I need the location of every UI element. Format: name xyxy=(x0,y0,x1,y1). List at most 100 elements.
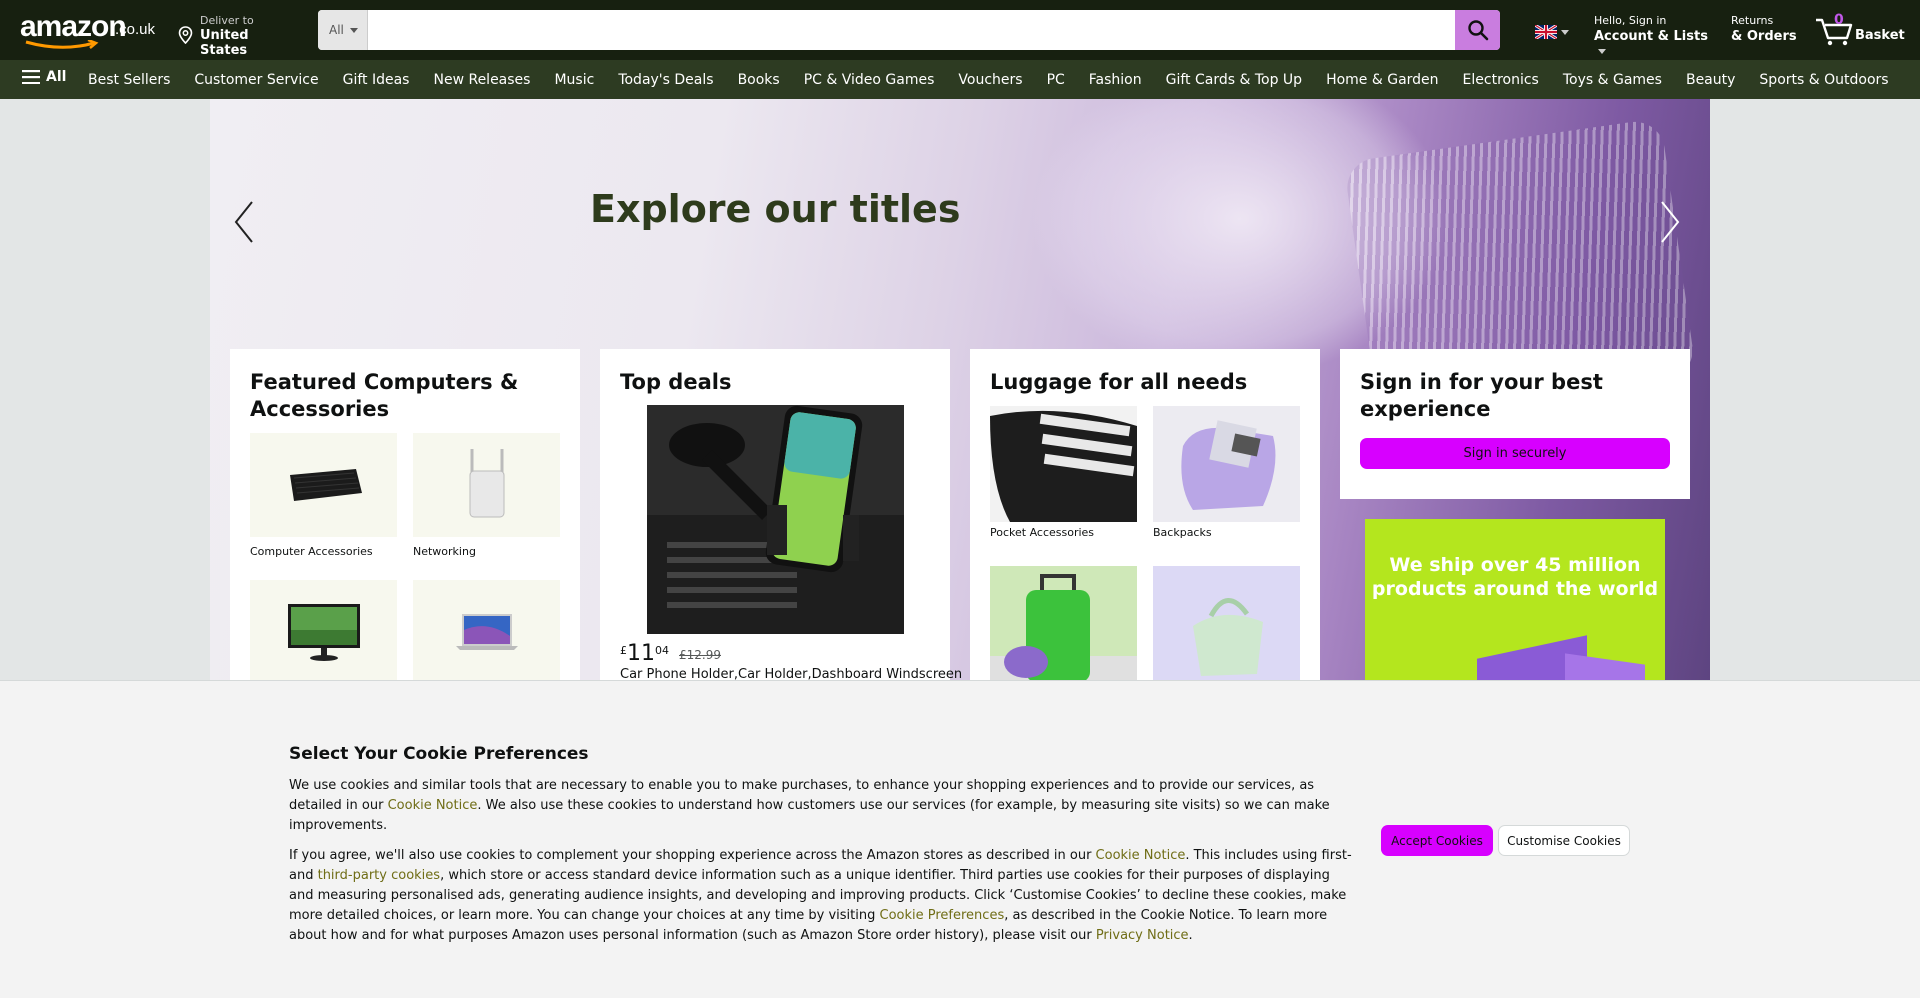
location-pin-icon xyxy=(178,26,193,44)
car-phone-holder-image[interactable] xyxy=(647,405,904,634)
chevron-down-icon xyxy=(1561,30,1569,35)
basket-button[interactable]: 0 Basket xyxy=(1814,12,1905,48)
orders-label: & Orders xyxy=(1731,29,1797,44)
cookie-paragraph-2: If you agree, we'll also use cookies to … xyxy=(289,846,1354,946)
language-selector[interactable] xyxy=(1534,23,1573,41)
account-menu[interactable]: Hello, Sign in Account & Lists xyxy=(1594,14,1710,59)
subnav-item-pc-video-games[interactable]: PC & Video Games xyxy=(792,72,947,88)
tile-caption: Pocket Accessories xyxy=(990,526,1095,539)
sign-in-securely-button[interactable]: Sign in securely xyxy=(1360,438,1670,469)
promo-text: We ship over 45 million products around … xyxy=(1371,554,1659,600)
backpack-image xyxy=(1153,406,1300,522)
card-computers: Featured Computers & Accessories Compute… xyxy=(230,349,580,709)
logo-brand: amazon xyxy=(20,10,127,43)
carousel-next-icon[interactable] xyxy=(1658,199,1682,245)
subnav-item-sports-outdoors[interactable]: Sports & Outdoors xyxy=(1747,72,1900,88)
cookie-notice-link[interactable]: Cookie Notice xyxy=(388,798,478,813)
subnav-items: Best Sellers Customer Service Gift Ideas… xyxy=(76,60,1901,99)
suitcase-image xyxy=(990,566,1137,682)
cookie-text: . xyxy=(1188,928,1193,943)
subnav-item-music[interactable]: Music xyxy=(542,72,606,88)
chevron-down-icon xyxy=(1598,49,1606,54)
keyboard-image xyxy=(250,433,397,537)
router-image xyxy=(413,433,560,537)
search-category-dropdown[interactable]: All xyxy=(318,10,368,50)
search-button[interactable] xyxy=(1455,10,1500,50)
cookie-title: Select Your Cookie Preferences xyxy=(289,744,589,764)
hero-title: Explore our titles xyxy=(590,187,961,231)
monitor-image xyxy=(250,580,397,684)
returns-orders[interactable]: Returns & Orders xyxy=(1731,14,1801,44)
basket-label: Basket xyxy=(1855,28,1905,43)
subnav-item-customer-service[interactable]: Customer Service xyxy=(182,72,330,88)
laptop-image xyxy=(413,580,560,684)
tile-caption: Networking xyxy=(413,545,476,558)
cookie-content: Select Your Cookie Preferences We use co… xyxy=(289,744,1354,956)
subnav-item-electronics[interactable]: Electronics xyxy=(1451,72,1551,88)
smile-icon xyxy=(25,40,99,49)
customise-cookies-button[interactable]: Customise Cookies xyxy=(1498,825,1630,856)
cookie-notice-link[interactable]: Cookie Notice xyxy=(1096,848,1186,863)
tile-laptops[interactable] xyxy=(413,580,560,692)
subnav-item-best-sellers[interactable]: Best Sellers xyxy=(76,72,182,88)
tile-pocket-accessories[interactable]: Pocket Accessories xyxy=(990,406,1137,539)
deliver-label: Deliver to xyxy=(200,14,254,27)
subnav-item-new-releases[interactable]: New Releases xyxy=(421,72,542,88)
cookie-text: If you agree, we'll also use cookies to … xyxy=(289,848,1096,863)
tile-computer-accessories[interactable]: Computer Accessories xyxy=(250,433,397,558)
basket-count: 0 xyxy=(1834,12,1844,28)
deliver-to[interactable]: Deliver to United States xyxy=(178,14,298,58)
tile-caption: Backpacks xyxy=(1153,526,1212,539)
tile-caption: Computer Accessories xyxy=(250,545,373,558)
top-nav: amazon .co.uk Deliver to United States A… xyxy=(0,0,1920,60)
price-was: £12.99 xyxy=(679,648,721,662)
tile-networking[interactable]: Networking xyxy=(413,433,560,558)
subnav-item-books[interactable]: Books xyxy=(726,72,792,88)
subnav-item-vouchers[interactable]: Vouchers xyxy=(946,72,1034,88)
hamburger-menu-icon xyxy=(22,70,40,84)
subnav-item-todays-deals[interactable]: Today's Deals xyxy=(606,72,725,88)
deal-price: £ 11 04 £12.99 xyxy=(620,641,721,666)
tile-handbags[interactable] xyxy=(1153,566,1300,686)
search-input[interactable] xyxy=(369,10,1454,50)
all-menu-button[interactable]: All xyxy=(22,69,66,85)
wallet-image xyxy=(990,406,1137,522)
subnav-item-fashion[interactable]: Fashion xyxy=(1077,72,1154,88)
tile-monitors[interactable] xyxy=(250,580,397,692)
cookie-banner: Select Your Cookie Preferences We use co… xyxy=(0,680,1920,998)
tile-suitcases[interactable] xyxy=(990,566,1137,686)
subnav-item-home-garden[interactable]: Home & Garden xyxy=(1314,72,1450,88)
card-computers-title: Featured Computers & Accessories xyxy=(250,370,519,421)
cookie-preferences-link[interactable]: Cookie Preferences xyxy=(880,908,1005,923)
carousel-prev-icon[interactable] xyxy=(232,199,256,245)
card-luggage-title: Luggage for all needs xyxy=(990,370,1248,394)
all-menu-label: All xyxy=(46,69,67,85)
amazon-logo[interactable]: amazon .co.uk xyxy=(20,10,160,49)
sub-nav: All Best Sellers Customer Service Gift I… xyxy=(0,60,1920,99)
card-top-deals: Top deals £ 11 04 £12.99 Car Phone Holde… xyxy=(600,349,962,709)
accept-cookies-button[interactable]: Accept Cookies xyxy=(1381,825,1493,856)
subnav-item-beauty[interactable]: Beauty xyxy=(1674,72,1747,88)
subnav-item-gift-ideas[interactable]: Gift Ideas xyxy=(331,72,422,88)
price-whole: 11 xyxy=(627,641,655,666)
card-luggage: Luggage for all needs Pocket Accessories… xyxy=(970,349,1320,709)
returns-label: Returns xyxy=(1731,14,1774,27)
subnav-item-gift-cards[interactable]: Gift Cards & Top Up xyxy=(1154,72,1314,88)
handbag-image xyxy=(1153,566,1300,682)
price-currency: £ xyxy=(620,644,627,657)
search-bar: All xyxy=(318,10,1500,50)
account-greeting: Hello, Sign in xyxy=(1594,14,1667,27)
privacy-notice-link[interactable]: Privacy Notice xyxy=(1096,928,1189,943)
third-party-cookies-link[interactable]: third-party cookies xyxy=(318,868,440,883)
subnav-item-toys-games[interactable]: Toys & Games xyxy=(1551,72,1674,88)
subnav-item-pc[interactable]: PC xyxy=(1035,72,1077,88)
tile-backpacks[interactable]: Backpacks xyxy=(1153,406,1300,539)
card-signin: Sign in for your best experience Sign in… xyxy=(1340,349,1690,499)
account-lists-label: Account & Lists xyxy=(1594,29,1708,44)
cookie-paragraph-1: We use cookies and similar tools that ar… xyxy=(289,776,1354,836)
chevron-down-icon xyxy=(349,27,358,33)
logo-tld: .co.uk xyxy=(115,21,156,38)
search-category-label: All xyxy=(329,23,344,37)
card-signin-title: Sign in for your best experience xyxy=(1360,370,1603,421)
search-icon xyxy=(1467,20,1488,41)
